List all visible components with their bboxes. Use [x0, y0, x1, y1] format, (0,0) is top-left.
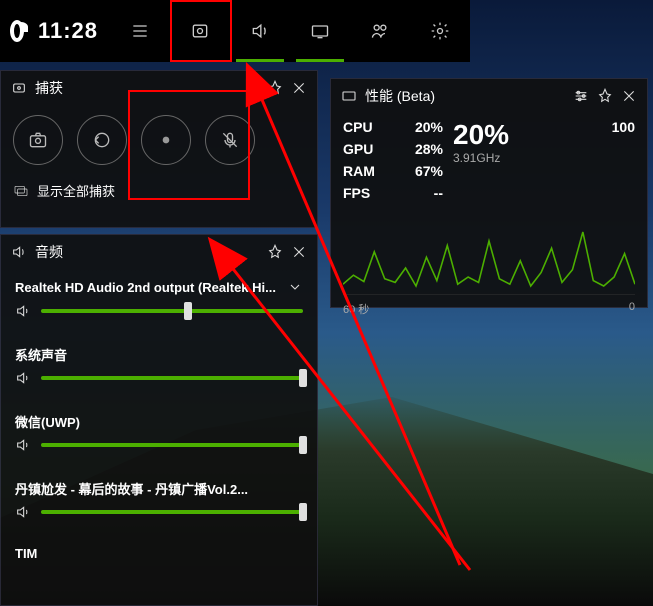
app1-label: 微信(UWP) [1, 396, 317, 431]
screenshot-button[interactable] [13, 115, 63, 165]
widgets-menu-button[interactable] [110, 0, 170, 62]
record-last-icon [92, 130, 112, 150]
capture-button[interactable] [170, 0, 230, 62]
close-icon[interactable] [291, 244, 307, 260]
gear-icon [430, 21, 450, 41]
pin-icon[interactable] [597, 88, 613, 104]
people-icon [370, 21, 390, 41]
pin-icon[interactable] [267, 244, 283, 260]
app1-volume-slider[interactable] [1, 431, 317, 463]
cpu-value: 20% [415, 119, 443, 135]
perf-x-label: 60 秒 [343, 301, 369, 317]
capture-icon [190, 21, 210, 41]
list-icon [130, 21, 150, 41]
mic-off-icon [220, 130, 240, 150]
speaker-icon [15, 504, 31, 520]
close-icon[interactable] [621, 88, 637, 104]
capture-title: 捕获 [35, 78, 63, 98]
audio-button[interactable] [230, 0, 290, 62]
audio-device-selector[interactable]: Realtek HD Audio 2nd output (Realtek Hi.… [1, 269, 317, 297]
speaker-icon [15, 370, 31, 386]
system-sound-label: 系统声音 [1, 329, 317, 364]
capture-panel: 捕获 显示全部捕获 [0, 70, 318, 228]
performance-title: 性能 (Beta) [365, 86, 435, 106]
cpu-label: CPU [343, 119, 373, 135]
chevron-down-icon [287, 279, 303, 295]
capture-panel-icon [11, 80, 27, 96]
audio-panel: 音频 Realtek HD Audio 2nd output (Realtek … [0, 234, 318, 606]
perf-big-number: 20% [453, 119, 585, 151]
performance-panel-icon [341, 88, 357, 104]
camera-icon [28, 130, 48, 150]
performance-icon [310, 21, 330, 41]
record-icon [156, 130, 176, 150]
audio-panel-icon [11, 244, 27, 260]
perf-chart [331, 205, 647, 299]
pin-icon[interactable] [267, 80, 283, 96]
master-volume-slider[interactable] [1, 297, 317, 329]
ram-label: RAM [343, 163, 375, 179]
speaker-icon [250, 21, 270, 41]
performance-panel: 性能 (Beta) CPU 20% GPU 28% RAM 67% FPS -- 20%… [330, 78, 648, 308]
record-last-button[interactable] [77, 115, 127, 165]
performance-button[interactable] [290, 0, 350, 62]
audio-title: 音频 [35, 242, 63, 262]
gamebar-topbar: 11:28 [0, 0, 470, 62]
perf-stats: CPU 20% GPU 28% RAM 67% FPS -- [343, 119, 443, 201]
perf-scale-top: 100 [595, 119, 635, 201]
speaker-icon [15, 437, 31, 453]
settings-sliders-icon[interactable] [573, 88, 589, 104]
app3-label: TIM [1, 530, 317, 561]
fps-label: FPS [343, 185, 370, 201]
system-sound-slider[interactable] [1, 364, 317, 396]
mic-toggle-button[interactable] [205, 115, 255, 165]
app2-label: 丹镇尬发 - 幕后的故事 - 丹镇广播Vol.2... [1, 463, 317, 498]
speaker-icon [15, 303, 31, 319]
social-button[interactable] [350, 0, 410, 62]
xbox-logo [10, 20, 24, 42]
show-all-captures-link[interactable]: 显示全部捕获 [1, 175, 317, 206]
audio-device-label: Realtek HD Audio 2nd output (Realtek Hi.… [15, 280, 276, 295]
ram-value: 67% [415, 163, 443, 179]
fps-value: -- [434, 185, 443, 201]
gallery-icon [13, 183, 29, 199]
perf-frequency: 3.91GHz [453, 151, 585, 165]
app2-volume-slider[interactable] [1, 498, 317, 530]
clock: 11:28 [38, 18, 98, 44]
perf-scale-bottom: 0 [629, 301, 635, 317]
record-button[interactable] [141, 115, 191, 165]
show-all-captures-label: 显示全部捕获 [37, 181, 115, 200]
gpu-value: 28% [415, 141, 443, 157]
close-icon[interactable] [291, 80, 307, 96]
settings-button[interactable] [410, 0, 470, 62]
gpu-label: GPU [343, 141, 373, 157]
